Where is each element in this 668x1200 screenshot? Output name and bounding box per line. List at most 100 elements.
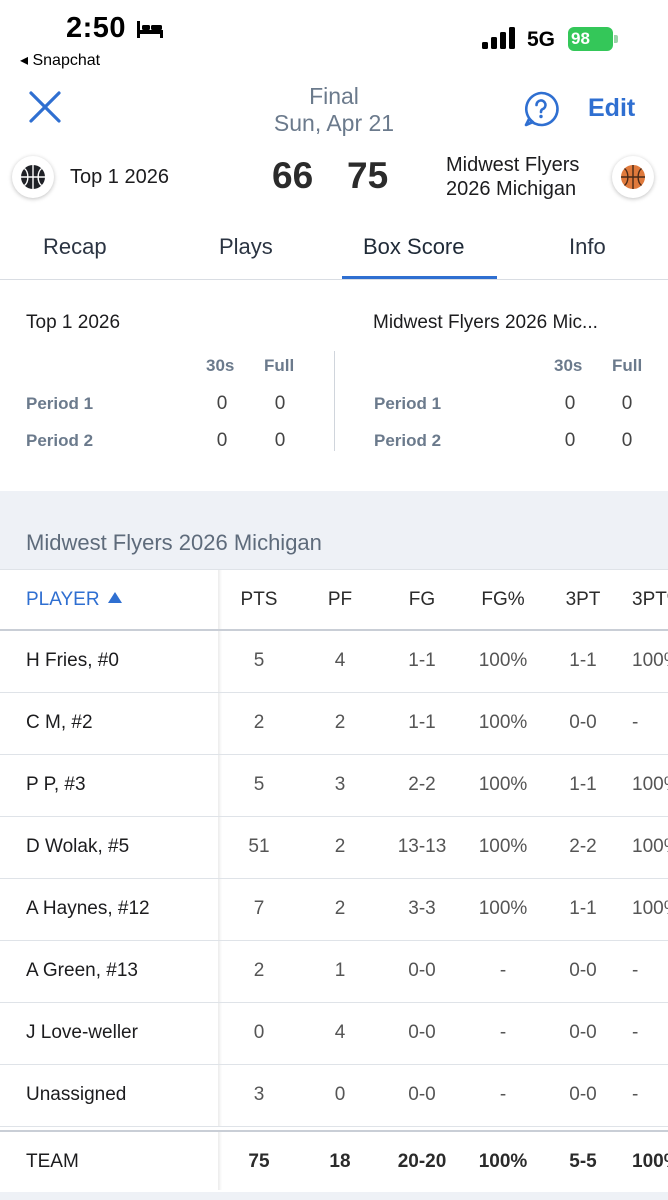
player-name[interactable]: C M, #2 bbox=[26, 693, 93, 754]
period-value: 0 bbox=[621, 393, 633, 414]
away-team-name-line2: 2026 Michigan bbox=[446, 178, 577, 200]
column-header-player: PLAYER bbox=[26, 589, 100, 610]
stat-fg: 0-0 bbox=[408, 1084, 436, 1105]
frozen-column-shadow bbox=[218, 879, 222, 940]
battery-cap bbox=[614, 35, 618, 43]
period-home-team: Top 1 2026 bbox=[26, 312, 121, 333]
total-pf: 18 bbox=[329, 1151, 351, 1172]
total-fg: 20-20 bbox=[397, 1151, 447, 1172]
table-row[interactable]: D Wolak, #5 51 2 13-13 100% 2-2 100% bbox=[0, 817, 668, 879]
stat-3pt: 2-2 bbox=[569, 836, 597, 857]
stat-3pt: 1-1 bbox=[569, 774, 597, 795]
stat-3pt-pct: 100% bbox=[632, 650, 668, 671]
frozen-column-shadow bbox=[218, 693, 222, 754]
player-name[interactable]: J Love-weller bbox=[26, 1003, 138, 1064]
tab-plays[interactable]: Plays bbox=[219, 234, 273, 260]
stat-pts: 5 bbox=[253, 650, 265, 671]
battery-icon: 98 bbox=[568, 27, 618, 51]
player-name[interactable]: Unassigned bbox=[26, 1065, 126, 1126]
help-icon[interactable] bbox=[522, 90, 560, 128]
total-pts: 75 bbox=[248, 1151, 270, 1172]
column-header-3pt-pct[interactable]: 3PT% bbox=[632, 570, 668, 629]
column-header-fg-pct[interactable]: FG% bbox=[466, 570, 540, 629]
stat-3pt: 1-1 bbox=[569, 898, 597, 919]
stat-pts: 51 bbox=[248, 836, 270, 857]
table-row[interactable]: Unassigned 3 0 0-0 - 0-0 - bbox=[0, 1065, 668, 1127]
stat-fg-pct: 100% bbox=[478, 712, 528, 733]
table-row[interactable]: P P, #3 5 3 2-2 100% 1-1 100% bbox=[0, 755, 668, 817]
sleep-focus-icon bbox=[137, 21, 163, 38]
table-row[interactable]: H Fries, #0 5 4 1-1 100% 1-1 100% bbox=[0, 631, 668, 693]
home-team-name: Top 1 2026 bbox=[70, 166, 169, 188]
period-label: Period 2 bbox=[26, 431, 94, 450]
period-col-full: Full bbox=[264, 356, 295, 375]
stat-fg: 1-1 bbox=[408, 650, 436, 671]
basketball-icon bbox=[21, 165, 45, 189]
player-name[interactable]: P P, #3 bbox=[26, 755, 86, 816]
stat-pf: 1 bbox=[334, 960, 346, 981]
player-name[interactable]: A Haynes, #12 bbox=[26, 879, 150, 940]
tab-box-score[interactable]: Box Score bbox=[363, 234, 465, 260]
column-header-fg[interactable]: FG bbox=[385, 570, 459, 629]
table-row[interactable]: A Haynes, #12 7 2 3-3 100% 1-1 100% bbox=[0, 879, 668, 941]
period-label: Period 1 bbox=[26, 394, 94, 413]
tab-recap[interactable]: Recap bbox=[43, 234, 107, 260]
table-header-row: PLAYER PTS PF FG FG% 3PT 3PT% bbox=[0, 569, 668, 631]
table-row[interactable]: C M, #2 2 2 1-1 100% 0-0 - bbox=[0, 693, 668, 755]
frozen-column-shadow bbox=[218, 1132, 222, 1190]
player-name[interactable]: A Green, #13 bbox=[26, 941, 138, 1002]
team-totals-row: TEAM 75 18 20-20 100% 5-5 100% bbox=[0, 1130, 668, 1190]
bottom-band bbox=[0, 1192, 668, 1200]
stat-fg: 0-0 bbox=[408, 960, 436, 981]
sort-by-player-header[interactable]: PLAYER bbox=[26, 570, 122, 629]
back-to-app-link[interactable]: ◂ Snapchat bbox=[20, 50, 100, 70]
stat-fg-pct: - bbox=[499, 1022, 507, 1043]
period-scores: Top 1 2026 30s Full Period 1 0 0 Period … bbox=[0, 281, 668, 491]
basketball-icon bbox=[621, 165, 645, 189]
home-score: 66 bbox=[272, 155, 314, 196]
total-3pt: 5-5 bbox=[569, 1151, 597, 1172]
stat-fg-pct: 100% bbox=[478, 836, 528, 857]
player-name[interactable]: H Fries, #0 bbox=[26, 631, 119, 692]
stat-pf: 3 bbox=[334, 774, 346, 795]
stat-3pt: 0-0 bbox=[569, 960, 597, 981]
stat-3pt: 0-0 bbox=[569, 1084, 597, 1105]
period-value: 0 bbox=[274, 393, 286, 414]
stat-3pt-pct: 100% bbox=[632, 836, 668, 857]
column-header-pts[interactable]: PTS bbox=[230, 570, 288, 629]
table-row[interactable]: A Green, #13 2 1 0-0 - 0-0 - bbox=[0, 941, 668, 1003]
away-team-name-line1: Midwest Flyers bbox=[446, 154, 580, 176]
edit-button[interactable]: Edit bbox=[588, 94, 635, 123]
stat-3pt-pct: - bbox=[632, 712, 639, 733]
stat-fg: 2-2 bbox=[408, 774, 436, 795]
totals-label: TEAM bbox=[26, 1151, 79, 1172]
stat-fg-pct: 100% bbox=[478, 774, 528, 795]
frozen-column-shadow bbox=[218, 941, 222, 1002]
stat-3pt-pct: - bbox=[632, 1084, 639, 1105]
cellular-signal-icon bbox=[482, 27, 515, 49]
frozen-column-shadow bbox=[218, 1003, 222, 1064]
column-header-3pt[interactable]: 3PT bbox=[552, 570, 614, 629]
column-header-pf[interactable]: PF bbox=[313, 570, 367, 629]
tab-info[interactable]: Info bbox=[569, 234, 606, 260]
away-score: 75 bbox=[347, 155, 389, 196]
box-score-team-title: Midwest Flyers 2026 Michigan bbox=[26, 530, 322, 555]
stat-3pt-pct: - bbox=[632, 960, 639, 981]
period-col-full: Full bbox=[612, 356, 643, 375]
table-row[interactable]: J Love-weller 0 4 0-0 - 0-0 - bbox=[0, 1003, 668, 1065]
period-value: 0 bbox=[621, 430, 633, 451]
sort-ascending-icon bbox=[107, 592, 122, 603]
stat-3pt-pct: - bbox=[632, 1022, 639, 1043]
period-value: 0 bbox=[564, 393, 576, 414]
clock: 2:50 bbox=[66, 12, 127, 44]
player-name[interactable]: D Wolak, #5 bbox=[26, 817, 129, 878]
total-fg-pct: 100% bbox=[478, 1151, 528, 1172]
stat-3pt-pct: 100% bbox=[632, 774, 668, 795]
total-3pt-pct: 100% bbox=[632, 1151, 668, 1172]
period-col-30s: 30s bbox=[554, 356, 583, 375]
period-value: 0 bbox=[274, 430, 286, 451]
period-label: Period 1 bbox=[374, 394, 442, 413]
stat-fg-pct: 100% bbox=[478, 898, 528, 919]
frozen-column-shadow bbox=[218, 570, 222, 629]
network-type: 5G bbox=[527, 28, 556, 51]
